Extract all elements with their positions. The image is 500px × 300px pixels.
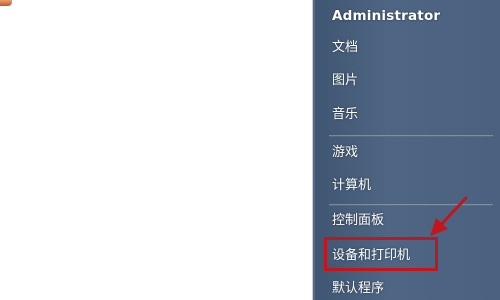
- user-name-item[interactable]: Administrator: [332, 3, 482, 29]
- menu-item-default-programs[interactable]: 默认程序: [332, 276, 482, 300]
- app-icon[interactable]: [0, 0, 12, 6]
- menu-item-documents[interactable]: 文档: [332, 35, 482, 61]
- menu-item-pictures[interactable]: 图片: [332, 68, 482, 94]
- menu-item-music[interactable]: 音乐: [332, 102, 482, 128]
- menu-separator: [329, 204, 493, 206]
- menu-item-control-panel[interactable]: 控制面板: [332, 208, 482, 234]
- menu-item-games[interactable]: 游戏: [332, 140, 482, 166]
- program-list-pane: [0, 0, 313, 300]
- menu-separator: [329, 135, 493, 137]
- highlight-box: [324, 237, 438, 271]
- menu-item-computer[interactable]: 计算机: [332, 173, 482, 199]
